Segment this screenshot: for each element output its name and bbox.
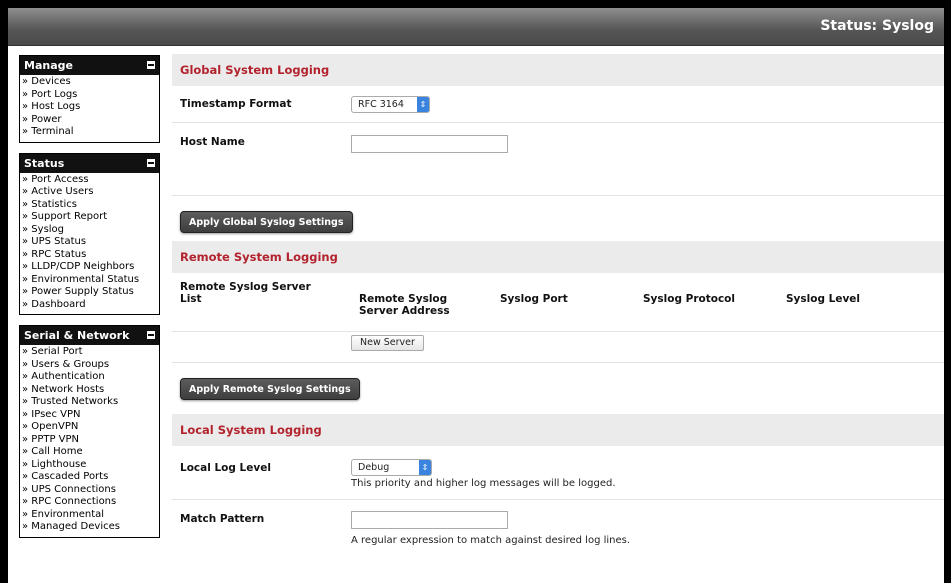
sidebar-item-ups-connections[interactable]: » UPS Connections xyxy=(22,484,157,497)
local-log-level-select[interactable]: Debug ⇕ xyxy=(351,459,432,476)
sidebar-item-port-logs[interactable]: » Port Logs xyxy=(22,89,157,102)
sidebar-item-rpc-connections[interactable]: » RPC Connections xyxy=(22,496,157,509)
sidebar-item-power-supply-status[interactable]: » Power Supply Status xyxy=(22,286,157,299)
sidebar-item-call-home[interactable]: » Call Home xyxy=(22,446,157,459)
app-window: Status: Syslog Manage » Devices » Port L… xyxy=(8,8,944,583)
host-name-input[interactable] xyxy=(351,135,508,153)
main-content: Global System Logging Timestamp Format R… xyxy=(172,54,944,550)
sidebar-item-support-report[interactable]: » Support Report xyxy=(22,211,157,224)
column-server-address: Remote Syslog Server Address xyxy=(359,293,450,317)
serial-network-menu-header: Serial & Network xyxy=(20,326,159,345)
serial-network-menu: Serial & Network » Serial Port » Users &… xyxy=(19,325,160,538)
apply-remote-syslog-button[interactable]: Apply Remote Syslog Settings xyxy=(180,378,360,400)
manage-menu: Manage » Devices » Port Logs » Host Logs… xyxy=(19,55,160,143)
global-apply-area: Apply Global Syslog Settings xyxy=(172,196,944,241)
sidebar-item-ups-status[interactable]: » UPS Status xyxy=(22,236,157,249)
sidebar-item-syslog[interactable]: » Syslog xyxy=(22,224,157,237)
remote-logging-heading: Remote System Logging xyxy=(172,241,944,273)
host-name-label: Host Name xyxy=(180,136,245,148)
sidebar-item-environmental-status[interactable]: » Environmental Status xyxy=(22,274,157,287)
sidebar-item-users-groups[interactable]: » Users & Groups xyxy=(22,359,157,372)
local-log-level-value: Debug xyxy=(358,462,390,473)
column-syslog-protocol: Syslog Protocol xyxy=(643,293,735,305)
sidebar-item-managed-devices[interactable]: » Managed Devices xyxy=(22,521,157,534)
sidebar-item-host-logs[interactable]: » Host Logs xyxy=(22,101,157,114)
timestamp-format-select[interactable]: RFC 3164 ⇕ xyxy=(351,96,430,113)
sidebar-item-authentication[interactable]: » Authentication xyxy=(22,371,157,384)
new-server-row: New Server xyxy=(172,332,944,363)
sidebar-item-openvpn[interactable]: » OpenVPN xyxy=(22,421,157,434)
sidebar-item-rpc-status[interactable]: » RPC Status xyxy=(22,249,157,262)
status-menu-items: » Port Access » Active Users » Statistic… xyxy=(20,173,159,315)
local-log-level-hint: This priority and higher log messages wi… xyxy=(351,478,616,489)
collapse-icon[interactable] xyxy=(147,158,155,167)
local-log-level-row: Local Log Level Debug ⇕ This priority an… xyxy=(172,446,944,500)
column-syslog-level: Syslog Level xyxy=(786,293,861,305)
remote-server-list-header: Remote Syslog Server List Remote Syslog … xyxy=(172,273,944,332)
sidebar-item-trusted-networks[interactable]: » Trusted Networks xyxy=(22,396,157,409)
sidebar-item-dashboard[interactable]: » Dashboard xyxy=(22,299,157,312)
sidebar-item-environmental[interactable]: » Environmental xyxy=(22,509,157,522)
select-arrows-icon: ⇕ xyxy=(419,460,431,475)
sidebar-item-devices[interactable]: » Devices xyxy=(22,76,157,89)
sidebar-item-cascaded-ports[interactable]: » Cascaded Ports xyxy=(22,471,157,484)
manage-menu-title: Manage xyxy=(24,59,73,72)
timestamp-format-row: Timestamp Format RFC 3164 ⇕ xyxy=(172,86,944,123)
match-pattern-input[interactable] xyxy=(351,511,508,529)
apply-global-syslog-button[interactable]: Apply Global Syslog Settings xyxy=(180,211,353,233)
status-menu-title: Status xyxy=(24,156,65,170)
collapse-icon[interactable] xyxy=(147,61,155,69)
page-title: Status: Syslog xyxy=(820,18,934,34)
remote-apply-area: Apply Remote Syslog Settings xyxy=(172,363,944,414)
sidebar-item-pptp-vpn[interactable]: » PPTP VPN xyxy=(22,434,157,447)
sidebar-item-power[interactable]: » Power xyxy=(22,114,157,127)
manage-menu-items: » Devices » Port Logs » Host Logs » Powe… xyxy=(20,75,159,142)
remote-server-list-label: Remote Syslog Server List xyxy=(180,281,311,305)
manage-menu-header: Manage xyxy=(20,56,159,75)
status-menu-header: Status xyxy=(20,153,159,173)
match-pattern-row: Match Pattern A regular expression to ma… xyxy=(172,500,944,550)
match-pattern-label: Match Pattern xyxy=(180,513,265,525)
sidebar-item-lldp-cdp[interactable]: » LLDP/CDP Neighbors xyxy=(22,261,157,274)
timestamp-format-value: RFC 3164 xyxy=(358,99,404,110)
column-syslog-port: Syslog Port xyxy=(500,293,568,305)
status-menu: Status » Port Access » Active Users » St… xyxy=(19,152,160,315)
sidebar-item-serial-port[interactable]: » Serial Port xyxy=(22,346,157,359)
host-name-row: Host Name xyxy=(172,123,944,196)
sidebar-item-lighthouse[interactable]: » Lighthouse xyxy=(22,459,157,472)
sidebar-item-network-hosts[interactable]: » Network Hosts xyxy=(22,384,157,397)
local-log-level-label: Local Log Level xyxy=(180,462,271,474)
sidebar-item-ipsec-vpn[interactable]: » IPsec VPN xyxy=(22,409,157,422)
match-pattern-hint: A regular expression to match against de… xyxy=(351,535,631,546)
top-bar: Status: Syslog xyxy=(8,8,944,46)
new-server-button[interactable]: New Server xyxy=(351,335,424,351)
sidebar-item-active-users[interactable]: » Active Users xyxy=(22,186,157,199)
select-arrows-icon: ⇕ xyxy=(417,97,429,112)
sidebar: Manage » Devices » Port Logs » Host Logs… xyxy=(19,55,160,548)
global-logging-heading: Global System Logging xyxy=(172,54,944,86)
timestamp-format-label: Timestamp Format xyxy=(180,98,292,110)
serial-network-menu-items: » Serial Port » Users & Groups » Authent… xyxy=(20,345,159,537)
sidebar-item-statistics[interactable]: » Statistics xyxy=(22,199,157,212)
sidebar-item-terminal[interactable]: » Terminal xyxy=(22,126,157,139)
local-logging-heading: Local System Logging xyxy=(172,414,944,446)
sidebar-item-port-access[interactable]: » Port Access xyxy=(22,174,157,187)
collapse-icon[interactable] xyxy=(147,331,155,339)
serial-network-menu-title: Serial & Network xyxy=(24,329,130,342)
